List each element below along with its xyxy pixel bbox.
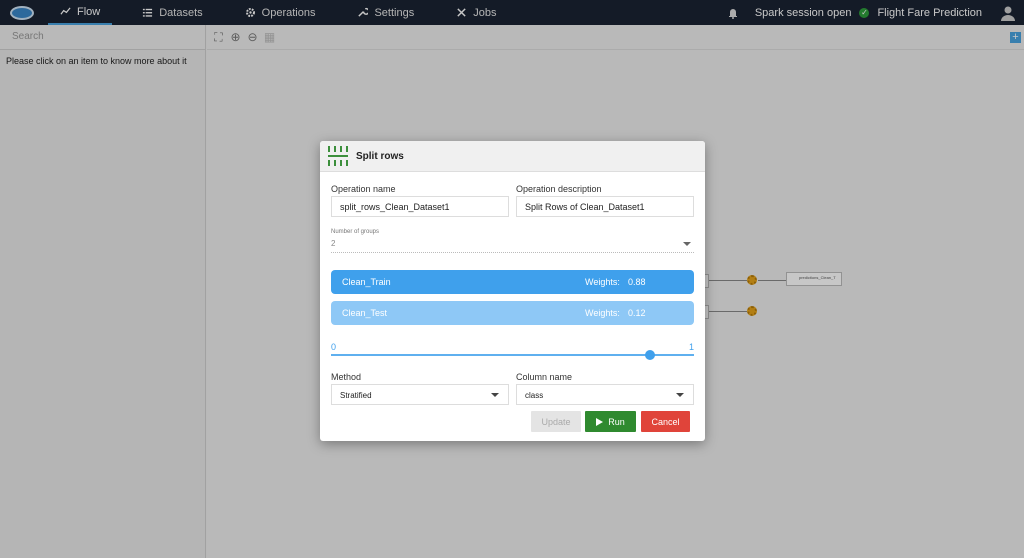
method-value: Stratified xyxy=(340,391,372,400)
number-of-groups-label: Number of groups xyxy=(331,229,380,235)
column-name-select[interactable]: class xyxy=(516,384,694,405)
cancel-button-label: Cancel xyxy=(651,416,680,427)
group-name: Clean_Train xyxy=(342,277,391,287)
cancel-button[interactable]: Cancel xyxy=(641,411,690,432)
column-name-label: Column name xyxy=(516,372,573,382)
column-name-value: class xyxy=(525,391,544,400)
operation-description-input[interactable]: Split Rows of Clean_Dataset1 xyxy=(516,196,694,217)
run-button-label: Run xyxy=(608,416,625,427)
play-icon xyxy=(596,417,604,426)
chevron-down-icon xyxy=(683,242,691,246)
group-name: Clean_Test xyxy=(342,308,388,318)
dialog-header: Split rows xyxy=(320,141,705,172)
run-button[interactable]: Run xyxy=(585,411,636,432)
chevron-down-icon xyxy=(676,393,684,397)
weight-slider-track[interactable] xyxy=(331,354,694,356)
number-of-groups-value: 2 xyxy=(331,239,336,248)
operation-description-label: Operation description xyxy=(516,184,602,194)
split-rows-dialog: Split rows Operation name split_rows_Cle… xyxy=(320,141,705,441)
operation-name-label: Operation name xyxy=(331,184,396,194)
group-row-train[interactable]: Clean_Train Weights: 0.88 xyxy=(331,270,694,294)
weight-value: 0.88 xyxy=(628,277,646,287)
group-row-test[interactable]: Clean_Test Weights: 0.12 xyxy=(331,301,694,325)
update-button-label: Update xyxy=(541,416,571,427)
weight-value: 0.12 xyxy=(628,308,646,318)
weights-label: Weights: xyxy=(585,308,620,318)
dialog-title: Split rows xyxy=(356,150,404,162)
slider-min-label: 0 xyxy=(331,342,337,352)
weights-label: Weights: xyxy=(585,277,620,287)
chevron-down-icon xyxy=(491,393,499,397)
slider-max-label: 1 xyxy=(689,342,695,352)
operation-name-input[interactable]: split_rows_Clean_Dataset1 xyxy=(331,196,509,217)
number-of-groups-select[interactable]: 2 xyxy=(331,239,694,253)
split-rows-icon xyxy=(328,146,348,166)
method-label: Method xyxy=(331,372,362,382)
weight-slider-thumb[interactable] xyxy=(645,350,656,360)
method-select[interactable]: Stratified xyxy=(331,384,509,405)
update-button[interactable]: Update xyxy=(531,411,581,432)
